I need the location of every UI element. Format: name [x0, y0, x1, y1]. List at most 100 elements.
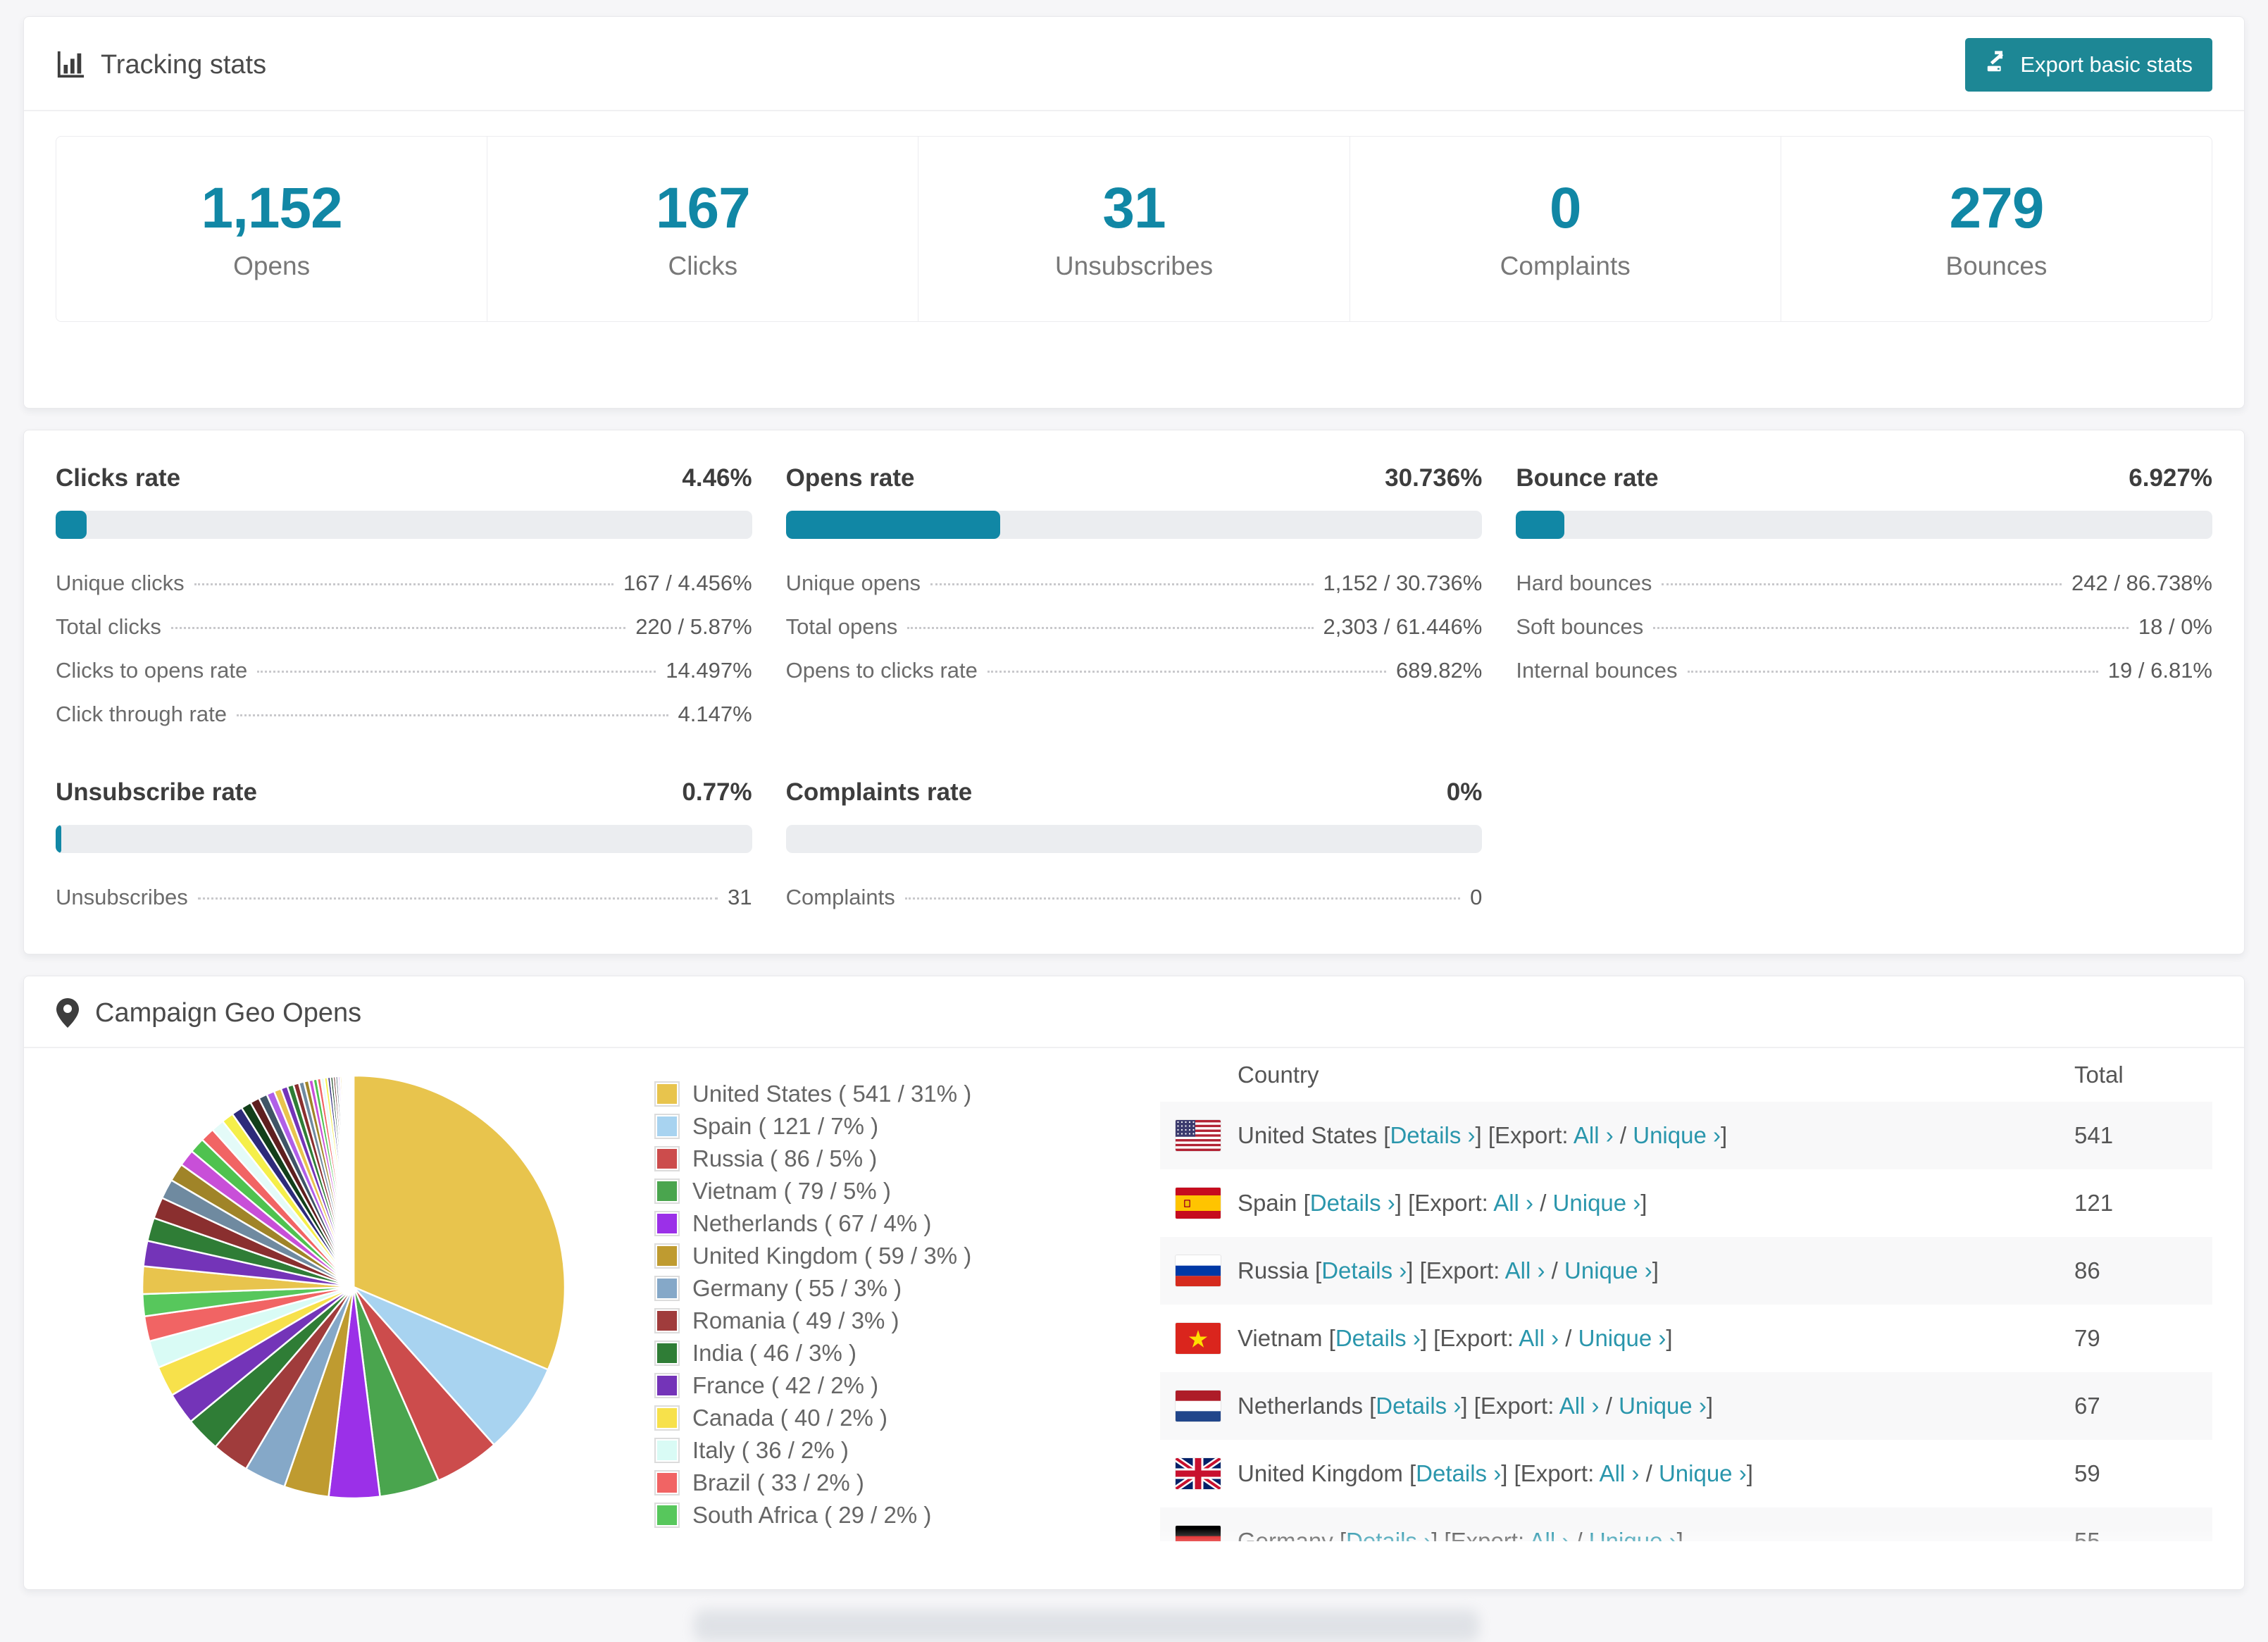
legend-swatch [654, 1341, 680, 1366]
details-link[interactable]: Details › [1416, 1460, 1501, 1486]
separator-text: / [1533, 1190, 1553, 1216]
details-link[interactable]: Details › [1390, 1122, 1475, 1148]
export-all-link[interactable]: All › [1505, 1257, 1545, 1283]
legend-item-romania: Romania ( 49 / 3% ) [654, 1305, 1160, 1337]
geo-row-total: 79 [2074, 1325, 2100, 1351]
rate-detail-row: Total opens 2,303 / 61.446% [786, 605, 1483, 649]
rate-progress-bar [785, 511, 1483, 539]
geo-table-row-nl: Netherlands [Details ›] [Export: All › /… [1160, 1372, 2212, 1440]
export-all-link[interactable]: All › [1519, 1325, 1559, 1351]
dotted-leader [1662, 583, 2062, 585]
rate-detail-row: Soft bounces 18 / 0% [1516, 605, 2212, 649]
dotted-leader [930, 583, 1314, 585]
details-link[interactable]: Details › [1346, 1528, 1431, 1541]
legend-label: United Kingdom ( 59 / 3% ) [692, 1243, 972, 1269]
legend-item-spain: Spain ( 121 / 7% ) [654, 1110, 1160, 1143]
bracket-text: ] [Export: [1475, 1122, 1574, 1148]
rate-row-label: Unique clicks [56, 571, 185, 595]
export-unique-link[interactable]: Unique › [1589, 1528, 1677, 1541]
legend-swatch [654, 1438, 680, 1463]
export-all-link[interactable]: All › [1493, 1190, 1533, 1216]
geo-row-country-cell: Vietnam [Details ›] [Export: All › / Uni… [1176, 1323, 2074, 1354]
export-basic-stats-button[interactable]: Export basic stats [1965, 38, 2212, 92]
rate-detail-row: Opens to clicks rate 689.82% [786, 649, 1483, 692]
dotted-leader [236, 714, 668, 716]
export-button-label: Export basic stats [2020, 52, 2193, 77]
pie-slice[interactable] [351, 1074, 355, 1288]
legend-item-canada: Canada ( 40 / 2% ) [654, 1402, 1160, 1434]
export-all-link[interactable]: All › [1559, 1393, 1600, 1419]
export-unique-link[interactable]: Unique › [1578, 1325, 1666, 1351]
bracket-text: [ [1339, 1528, 1347, 1541]
legend-label: Spain ( 121 / 7% ) [692, 1113, 879, 1139]
legend-swatch [654, 1503, 680, 1528]
country-name: Vietnam [1238, 1325, 1329, 1351]
stat-cell-opens: 1,152 Opens [56, 137, 487, 321]
separator-text: / [1569, 1528, 1589, 1541]
legend-swatch [654, 1243, 680, 1269]
export-unique-link[interactable]: Unique › [1659, 1460, 1747, 1486]
flag-icon-es [1176, 1188, 1221, 1219]
flag-icon-ru [1176, 1255, 1221, 1286]
dotted-leader [170, 627, 626, 629]
rate-row-label: Total opens [785, 614, 898, 639]
separator-text: / [1559, 1325, 1578, 1351]
bracket-text: ] [1666, 1325, 1673, 1351]
legend-label: South Africa ( 29 / 2% ) [692, 1502, 932, 1528]
legend-swatch-color [657, 1473, 677, 1493]
rate-row-value: 4.147% [678, 702, 752, 726]
export-unique-link[interactable]: Unique › [1564, 1257, 1652, 1283]
geo-row-text: Vietnam [Details ›] [Export: All › / Uni… [1238, 1325, 1673, 1352]
geo-table: Country Total United States [Details ›] … [1160, 1048, 2212, 1541]
legend-label: Russia ( 86 / 5% ) [692, 1145, 878, 1171]
country-name: Netherlands [1238, 1393, 1370, 1419]
geo-row-total: 59 [2074, 1460, 2100, 1486]
rate-row-value: 2,303 / 61.446% [1323, 614, 1483, 639]
legend-swatch-color [657, 1441, 677, 1460]
rate-percent-value: 6.927% [2129, 464, 2212, 492]
flag-icon-nl [1176, 1391, 1221, 1422]
bracket-text: ] [Export: [1395, 1190, 1494, 1216]
bracket-text: ] [Export: [1461, 1393, 1559, 1419]
legend-swatch-color [657, 1376, 677, 1395]
rate-detail-rows: Unsubscribes 31 [56, 876, 752, 919]
rate-title: Bounce rate [1516, 464, 1659, 492]
details-link[interactable]: Details › [1310, 1190, 1395, 1216]
export-all-link[interactable]: All › [1574, 1122, 1614, 1148]
legend-swatch [654, 1146, 680, 1171]
legend-swatch [654, 1405, 680, 1431]
legend-item-vietnam: Vietnam ( 79 / 5% ) [654, 1175, 1160, 1207]
legend-item-russia: Russia ( 86 / 5% ) [654, 1143, 1160, 1175]
geo-row-text: Spain [Details ›] [Export: All › / Uniqu… [1238, 1190, 1647, 1217]
details-link[interactable]: Details › [1321, 1257, 1407, 1283]
dotted-leader [904, 897, 1461, 900]
map-pin-icon [56, 997, 80, 1028]
geo-table-row-vn: Vietnam [Details ›] [Export: All › / Uni… [1160, 1305, 2212, 1372]
legend-item-united-states: United States ( 541 / 31% ) [654, 1078, 1160, 1110]
export-all-link[interactable]: All › [1600, 1460, 1640, 1486]
geo-title-text: Campaign Geo Opens [95, 997, 362, 1028]
export-unique-link[interactable]: Unique › [1553, 1190, 1641, 1216]
legend-item-united-kingdom: United Kingdom ( 59 / 3% ) [654, 1240, 1160, 1272]
geo-table-rows: United States [Details ›] [Export: All ›… [1160, 1102, 2212, 1541]
geo-row-country-cell: Spain [Details ›] [Export: All › / Uniqu… [1176, 1188, 2074, 1219]
dotted-leader [197, 897, 718, 900]
legend-item-netherlands: Netherlands ( 67 / 4% ) [654, 1207, 1160, 1240]
rate-block-clicks-rate: Clicks rate 4.46% Unique clicks 167 / 4.456… [56, 464, 752, 736]
legend-swatch [654, 1114, 680, 1139]
geo-legend: United States ( 541 / 31% ) Spain ( 121 /… [654, 1048, 1160, 1531]
bar-chart-icon [56, 50, 85, 80]
export-all-link[interactable]: All › [1529, 1528, 1569, 1541]
export-unique-link[interactable]: Unique › [1619, 1393, 1707, 1419]
details-link[interactable]: Details › [1376, 1393, 1461, 1419]
tracking-stats-title-text: Tracking stats [101, 49, 267, 80]
rate-title: Opens rate [785, 464, 915, 492]
bracket-text: ] [1652, 1257, 1659, 1283]
rate-header: Complaints rate 0% [786, 778, 1483, 807]
rate-row-label: Unsubscribes [56, 885, 188, 909]
rate-title: Unsubscribe rate [56, 778, 257, 806]
dotted-leader [1653, 627, 2129, 629]
export-unique-link[interactable]: Unique › [1633, 1122, 1721, 1148]
rate-header: Bounce rate 6.927% [1516, 464, 2212, 492]
details-link[interactable]: Details › [1335, 1325, 1421, 1351]
